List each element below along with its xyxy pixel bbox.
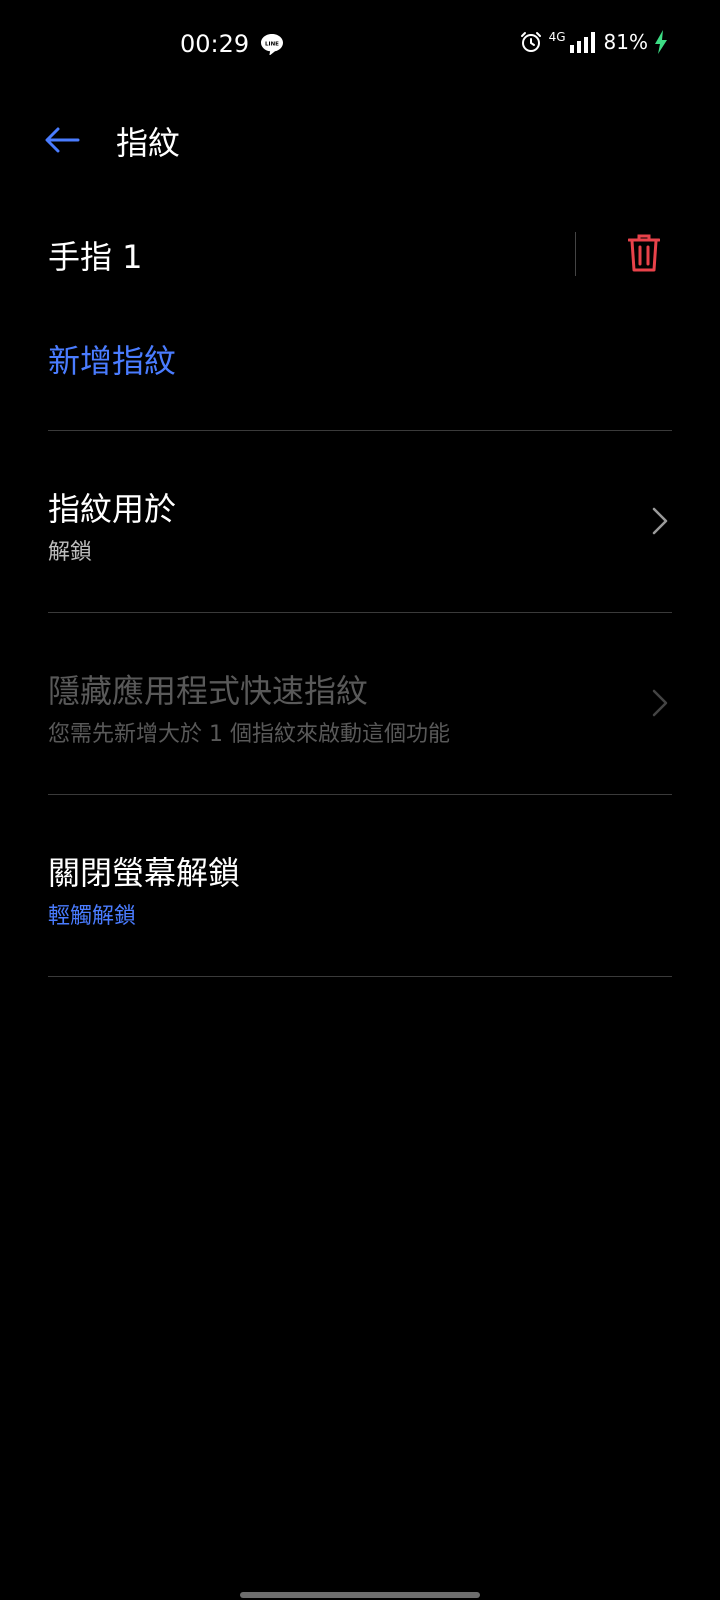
fingerprint-use-value: 解鎖 [48, 540, 93, 565]
hide-apps-description: 您需先新增大於 1 個指紋來啟動這個功能 [48, 722, 450, 747]
chevron-right-icon [652, 507, 668, 535]
status-bar: 00:29 LINE 4G 81% [0, 0, 720, 92]
fingerprint-item[interactable]: 手指 1 [48, 228, 672, 278]
back-button[interactable] [42, 120, 82, 160]
network-type-label: 4G [548, 30, 566, 44]
screen-off-unlock-item[interactable]: 關閉螢幕解鎖 輕觸解鎖 [48, 848, 672, 988]
charging-bolt-icon [655, 30, 667, 54]
status-time: 00:29 [180, 30, 250, 58]
vertical-divider [575, 232, 576, 276]
screen-off-unlock-title: 關閉螢幕解鎖 [48, 854, 241, 892]
divider [48, 976, 672, 977]
fingerprint-name: 手指 1 [48, 238, 143, 276]
divider [48, 612, 672, 613]
fingerprint-use-title: 指紋用於 [48, 490, 177, 528]
status-icons: 4G 81% [519, 30, 668, 54]
signal-icon [569, 32, 595, 53]
back-arrow-icon [45, 127, 80, 153]
divider [48, 794, 672, 795]
alarm-icon [520, 32, 541, 52]
svg-text:LINE: LINE [265, 42, 279, 48]
battery-level: 81% [603, 30, 648, 54]
delete-fingerprint-button[interactable] [622, 228, 666, 278]
line-app-icon: LINE [261, 34, 283, 55]
trash-icon [628, 234, 660, 272]
chevron-right-icon [652, 689, 668, 717]
divider [48, 430, 672, 431]
hide-apps-title: 隱藏應用程式快速指紋 [48, 672, 369, 710]
add-fingerprint-button[interactable]: 新增指紋 [48, 336, 176, 382]
home-indicator[interactable] [240, 1592, 480, 1598]
page-title: 指紋 [116, 124, 181, 162]
hide-apps-quick-fingerprint-item[interactable]: 隱藏應用程式快速指紋 您需先新增大於 1 個指紋來啟動這個功能 [48, 666, 672, 806]
screen-off-unlock-value: 輕觸解鎖 [48, 904, 137, 929]
fingerprint-use-item[interactable]: 指紋用於 解鎖 [48, 484, 672, 624]
